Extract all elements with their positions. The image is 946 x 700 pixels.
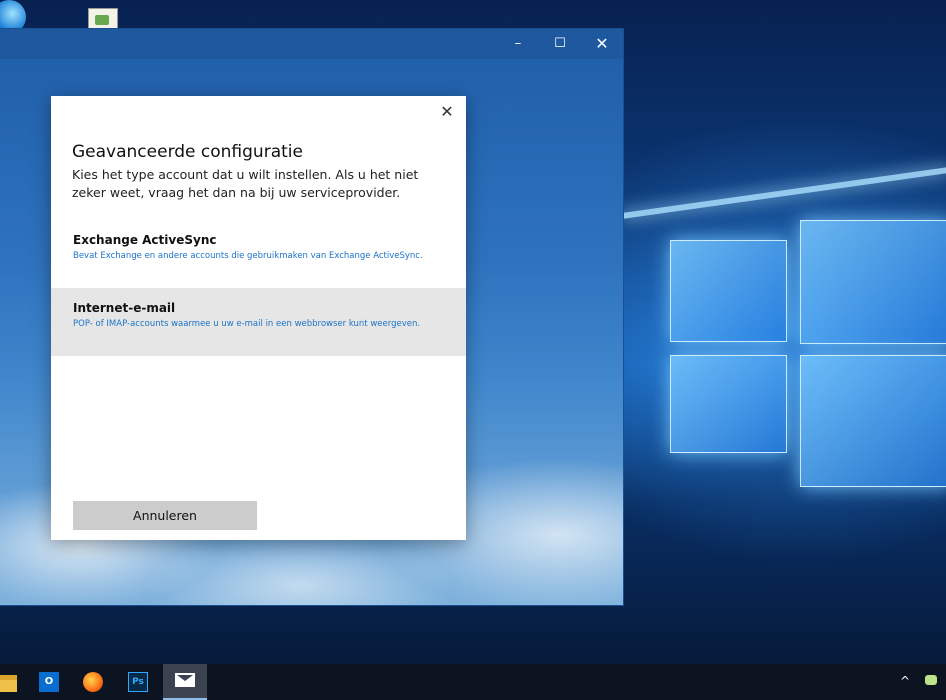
taskbar-file-explorer[interactable] [0, 664, 28, 700]
dropbox-tray-icon[interactable] [924, 673, 938, 687]
minimize-button[interactable]: – [497, 29, 539, 59]
file-explorer-icon [0, 675, 17, 692]
taskbar-photoshop[interactable]: Ps [119, 664, 159, 700]
option-title: Exchange ActiveSync [73, 233, 217, 247]
option-exchange-activesync[interactable]: Exchange ActiveSync Bevat Exchange en an… [51, 220, 466, 288]
show-hidden-icons-chevron-icon[interactable]: ^ [900, 674, 910, 688]
cancel-button[interactable]: Annuleren [73, 501, 257, 530]
taskbar-mail[interactable] [163, 664, 207, 700]
window-titlebar[interactable]: – ☐ ✕ [0, 29, 623, 59]
taskbar-outlook[interactable]: O [30, 664, 70, 700]
taskbar-firefox[interactable] [74, 664, 114, 700]
close-window-button[interactable]: ✕ [581, 29, 623, 59]
option-description: Bevat Exchange en andere accounts die ge… [73, 251, 423, 261]
mail-icon [175, 673, 195, 687]
photoshop-icon: Ps [128, 672, 148, 692]
advanced-setup-dialog: ✕ Geavanceerde configuratie Kies het typ… [51, 96, 466, 540]
option-title: Internet-e-mail [73, 301, 176, 315]
option-internet-email[interactable]: Internet-e-mail POP- of IMAP-accounts wa… [51, 288, 466, 356]
windows-logo [620, 166, 946, 490]
dialog-close-button[interactable]: ✕ [435, 100, 459, 124]
option-description: POP- of IMAP-accounts waarmee u uw e-mai… [73, 319, 421, 329]
dialog-title: Geavanceerde configuratie [72, 142, 303, 162]
taskbar: O Ps [0, 664, 946, 700]
firefox-icon [83, 672, 103, 692]
outlook-icon: O [39, 672, 59, 692]
dialog-description: Kies het type account dat u wilt instell… [72, 167, 419, 200]
maximize-button[interactable]: ☐ [539, 29, 581, 59]
